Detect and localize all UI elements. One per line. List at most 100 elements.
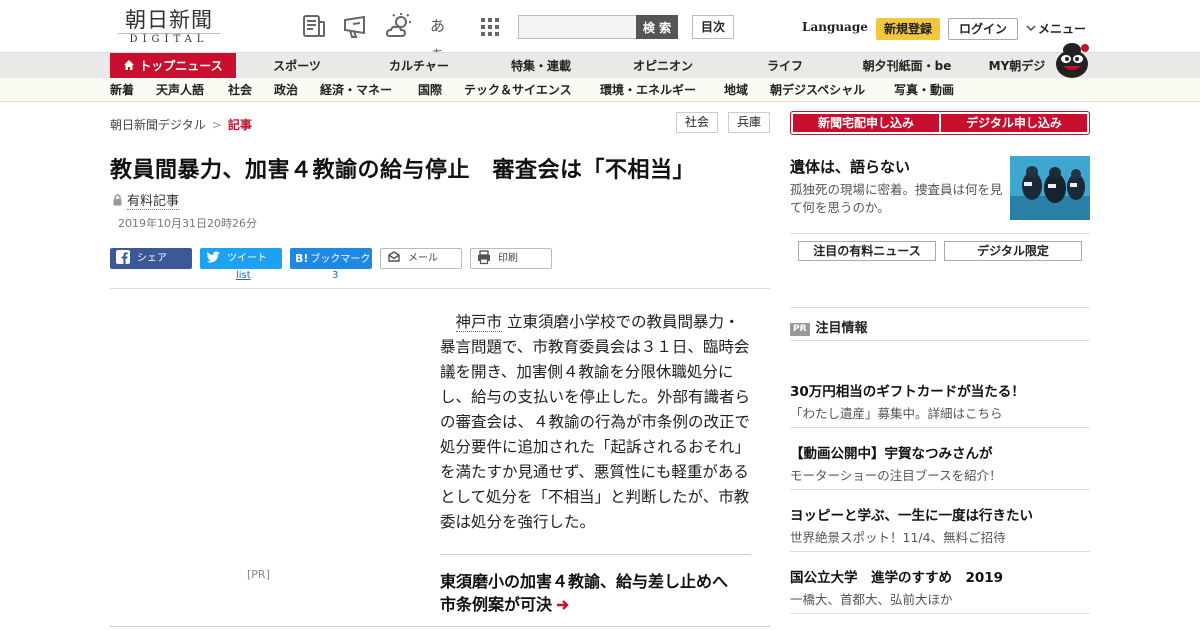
pr-badge: PR bbox=[790, 323, 810, 336]
twitter-icon bbox=[206, 251, 220, 263]
breadcrumb-current: 記事 bbox=[227, 118, 252, 132]
tag-society[interactable]: 社会 bbox=[676, 112, 718, 133]
arrow-right-icon bbox=[557, 600, 569, 610]
facebook-icon bbox=[116, 250, 130, 264]
primary-nav: トップニュース スポーツ カルチャー 特集・連載 オピニオン ライフ 朝夕刊紙面… bbox=[0, 52, 1200, 79]
pr-item-title[interactable]: ヨッピーと学ぶ、一生に一度は行きたい bbox=[790, 504, 1033, 524]
nav-my-asahi[interactable]: MY朝デジ bbox=[980, 53, 1054, 79]
hatena-share-count[interactable]: 3 bbox=[332, 270, 338, 281]
mascot-icon[interactable] bbox=[1052, 42, 1092, 78]
feature-thumbnail[interactable] bbox=[1010, 156, 1090, 220]
divider bbox=[110, 288, 770, 289]
nav-life[interactable]: ライフ bbox=[740, 53, 830, 79]
pr-item-title[interactable]: 【動画公開中】宇賀なつみさんが bbox=[790, 442, 993, 462]
subscribe-digital-button[interactable]: デジタル申し込み bbox=[941, 114, 1087, 132]
facebook-share-label: シェア bbox=[137, 253, 167, 264]
subnav-item[interactable]: 新着 bbox=[110, 78, 134, 102]
register-button[interactable]: 新規登録 bbox=[876, 18, 940, 40]
asahi-digital-logo[interactable]: 朝日新聞 DIGITAL bbox=[110, 8, 228, 46]
search-input[interactable] bbox=[518, 15, 637, 39]
breadcrumb-separator: > bbox=[211, 118, 222, 132]
megaphone-icon[interactable] bbox=[342, 12, 370, 40]
print-button[interactable]: 印刷 bbox=[470, 248, 552, 269]
hatena-icon: B! bbox=[295, 252, 309, 265]
pr-item-subtitle[interactable]: モーターショーの注目ブースを紹介！ bbox=[790, 465, 1002, 484]
divider bbox=[790, 307, 1090, 308]
pr-item-subtitle[interactable]: 「わたし遺産」募集中。詳細はこちら bbox=[790, 403, 1003, 422]
font-size-icon[interactable]: あぁ bbox=[430, 12, 458, 63]
language-link[interactable]: Language bbox=[802, 20, 868, 34]
chevron-down-icon bbox=[1026, 25, 1036, 32]
newspaper-icon[interactable] bbox=[300, 12, 328, 40]
secondary-nav: 新着 天声人語 社会 政治 経済・マネー 国際 テック＆サイエンス 環境・エネル… bbox=[0, 78, 1200, 102]
pr-item-subtitle[interactable]: 世界絶景スポット！11/4、無料ご招待 bbox=[790, 527, 1006, 546]
divider bbox=[790, 233, 1090, 234]
tag-hyogo[interactable]: 兵庫 bbox=[728, 112, 770, 133]
paid-article-badge: 有料記事 bbox=[112, 190, 180, 210]
printer-icon bbox=[478, 250, 490, 265]
related-article-link[interactable]: 東須磨小の加害４教諭、給与差し止めへ 市条例案が可決 bbox=[440, 570, 744, 616]
divider bbox=[440, 554, 751, 555]
divider bbox=[790, 489, 1090, 490]
article-headline: 教員間暴力、加害４教諭の給与停止 審査会は「不相当」 bbox=[110, 158, 696, 183]
weather-icon[interactable] bbox=[385, 12, 413, 40]
hatena-share-label: ブックマーク bbox=[310, 254, 371, 265]
grid-icon[interactable] bbox=[476, 12, 504, 40]
facebook-share-button[interactable]: シェア bbox=[110, 248, 192, 269]
divider bbox=[790, 340, 1090, 341]
home-icon bbox=[124, 60, 135, 70]
subnav-item[interactable]: 経済・マネー bbox=[320, 78, 392, 102]
nav-label: トップニュース bbox=[139, 59, 223, 73]
mail-icon bbox=[388, 251, 400, 262]
twitter-share-button[interactable]: ツイート bbox=[200, 248, 282, 269]
twitter-share-label: ツイート bbox=[227, 253, 267, 264]
lock-icon bbox=[113, 194, 122, 206]
nav-top-news[interactable]: トップニュース bbox=[110, 53, 236, 79]
paid-news-button[interactable]: 注目の有料ニュース bbox=[798, 241, 936, 261]
subnav-item[interactable]: テック＆サイエンス bbox=[464, 78, 572, 102]
subnav-item[interactable]: 社会 bbox=[228, 78, 252, 102]
hatena-bookmark-button[interactable]: B! ブックマーク bbox=[290, 248, 372, 269]
subnav-item[interactable]: 環境・エネルギー bbox=[600, 78, 696, 102]
nav-newspaper[interactable]: 朝夕刊紙面・be bbox=[852, 53, 962, 79]
pr-item-subtitle[interactable]: 一橋大、首都大、弘前大ほか bbox=[790, 589, 953, 608]
breadcrumb: 朝日新聞デジタル > 記事 bbox=[110, 116, 252, 133]
feature-description: 孤独死の現場に密着。捜査員は何を見て何を思うのか。 bbox=[790, 182, 1003, 215]
nav-features[interactable]: 特集・連載 bbox=[496, 53, 586, 79]
pr-section-heading: PR 注目情報 bbox=[790, 317, 868, 336]
digital-only-button[interactable]: デジタル限定 bbox=[944, 241, 1082, 261]
divider bbox=[790, 551, 1090, 552]
nav-sports[interactable]: スポーツ bbox=[252, 53, 342, 79]
logo-rule bbox=[118, 33, 220, 34]
publish-date: 2019年10月31日20時26分 bbox=[118, 217, 257, 230]
nav-culture[interactable]: カルチャー bbox=[374, 53, 464, 79]
login-button[interactable]: ログイン bbox=[948, 18, 1018, 40]
menu-label: メニュー bbox=[1038, 22, 1087, 36]
pr-item-title[interactable]: 30万円相当のギフトカードが当たる！ bbox=[790, 380, 1025, 400]
subnav-item[interactable]: 政治 bbox=[274, 78, 298, 102]
site-header: 朝日新聞 DIGITAL あぁ 検 索 目次 Language 新規登録 ログイ… bbox=[0, 0, 1200, 63]
mail-share-label: メール bbox=[408, 253, 438, 264]
subnav-item[interactable]: 国際 bbox=[418, 78, 442, 102]
print-label: 印刷 bbox=[498, 253, 518, 264]
breadcrumb-home[interactable]: 朝日新聞デジタル bbox=[110, 118, 206, 132]
subscribe-box: 新聞宅配申し込み デジタル申し込み bbox=[790, 111, 1090, 135]
pr-item-title[interactable]: 国公立大学 進学のすすめ 2019 bbox=[790, 566, 1003, 586]
subnav-item[interactable]: 地域 bbox=[724, 78, 748, 102]
twitter-share-count[interactable]: list bbox=[236, 270, 251, 281]
pr-label: [PR] bbox=[247, 568, 270, 581]
nav-opinion[interactable]: オピニオン bbox=[618, 53, 708, 79]
subnav-item[interactable]: 天声人語 bbox=[156, 78, 204, 102]
subscribe-delivery-button[interactable]: 新聞宅配申し込み bbox=[793, 114, 939, 132]
subnav-item[interactable]: 写真・動画 bbox=[894, 78, 954, 102]
mail-share-button[interactable]: メール bbox=[380, 248, 462, 269]
pr-heading-label: 注目情報 bbox=[815, 321, 868, 336]
paid-label[interactable]: 有料記事 bbox=[127, 194, 180, 210]
toc-button[interactable]: 目次 bbox=[692, 15, 734, 39]
subnav-item[interactable]: 朝デジスペシャル bbox=[770, 78, 865, 102]
search-button[interactable]: 検 索 bbox=[636, 15, 678, 39]
feature-title[interactable]: 遺体は、語らない bbox=[790, 156, 910, 177]
menu-button[interactable]: メニュー bbox=[1026, 20, 1086, 37]
article-body-text: 立東須磨小学校での教員間暴力・暴言問題で、市教育委員会は３１日、臨時会議を開き、… bbox=[440, 313, 751, 531]
keyword-link[interactable]: 神戸市 bbox=[455, 313, 503, 332]
